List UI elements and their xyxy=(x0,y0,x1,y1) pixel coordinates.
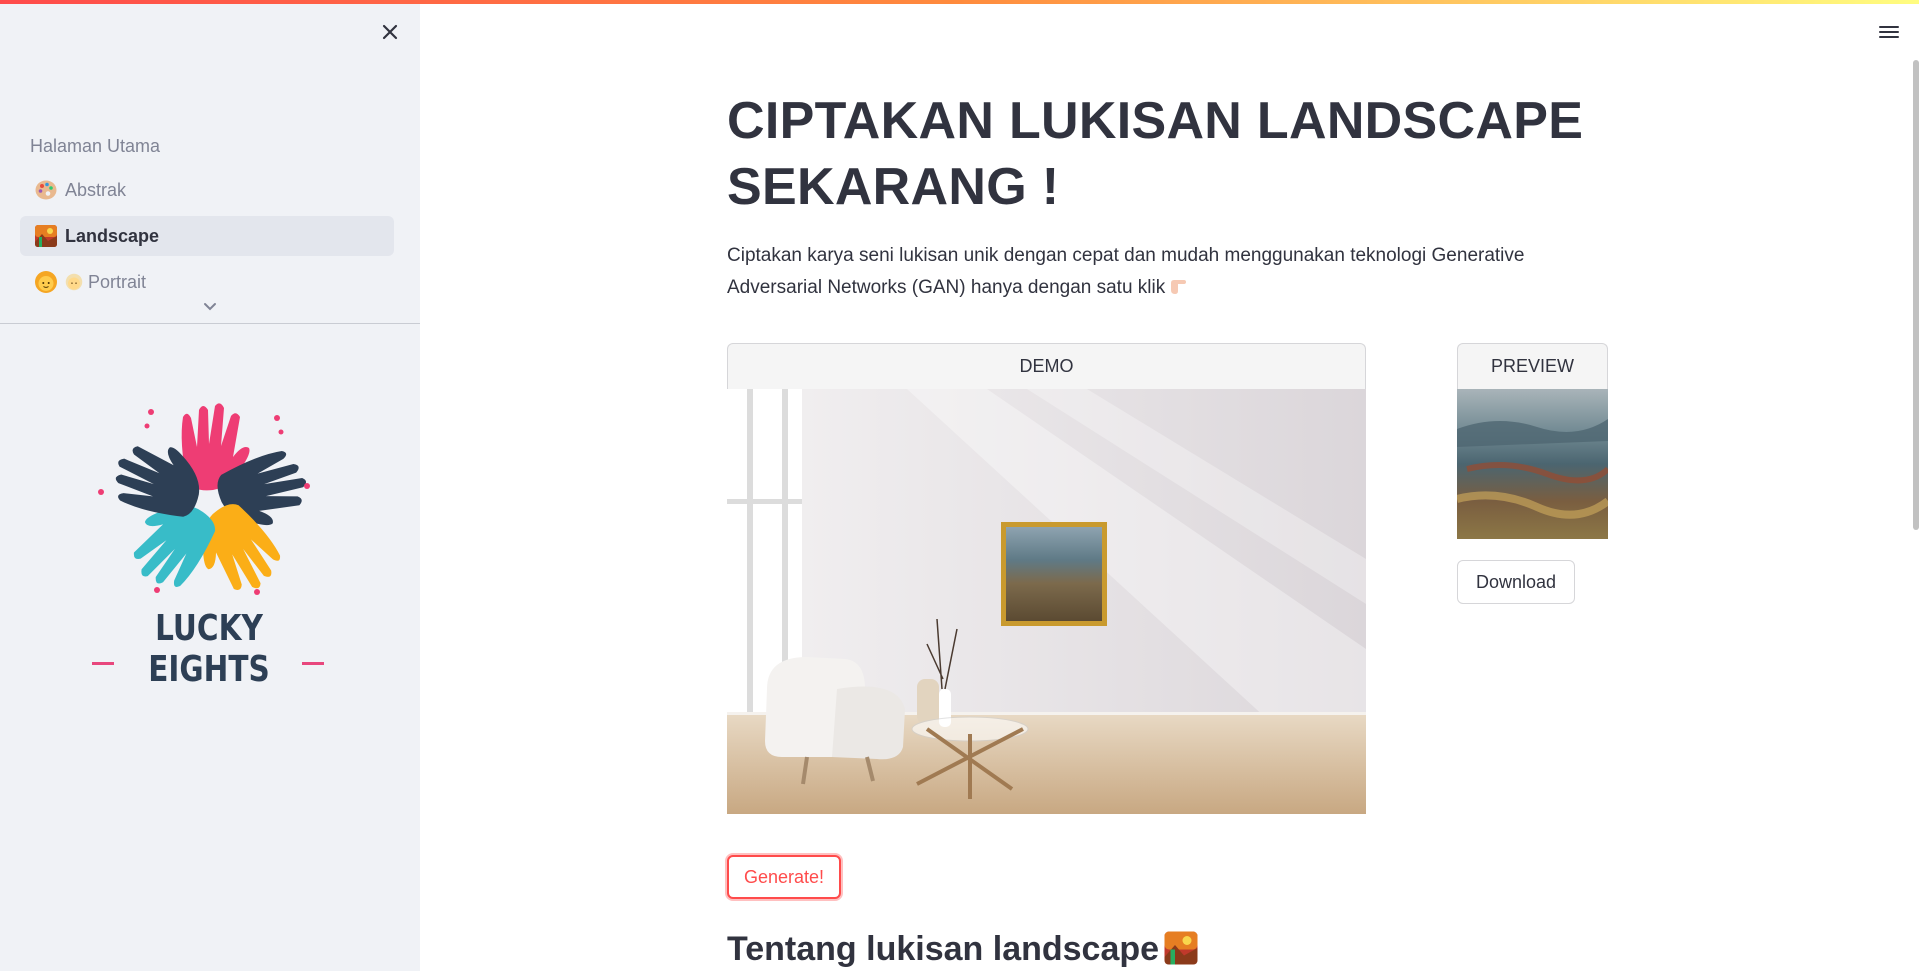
intro-text: Ciptakan karya seni lukisan unik dengan … xyxy=(727,240,1587,304)
close-sidebar-button[interactable] xyxy=(376,18,404,46)
framed-picture-icon xyxy=(1163,930,1199,966)
sidebar-item-landscape[interactable]: Landscape xyxy=(20,216,394,256)
preview-header: PREVIEW xyxy=(1457,343,1608,389)
section-heading: Tentang lukisan landscape xyxy=(727,930,1199,969)
nav-title: Halaman Utama xyxy=(30,136,161,156)
sidebar-item-label: Landscape xyxy=(65,225,160,246)
nav-expand-button[interactable] xyxy=(200,300,220,314)
hands-logo-icon xyxy=(98,403,310,595)
close-icon xyxy=(382,24,398,40)
sidebar: Halaman Utama Abstrak Landscape Portrait xyxy=(0,0,420,971)
person-blond-icon xyxy=(34,270,58,294)
sidebar-item-portrait[interactable]: Portrait xyxy=(20,262,394,302)
pointing-hand-icon xyxy=(1167,275,1189,297)
intro-text-body: Ciptakan karya seni lukisan unik dengan … xyxy=(727,245,1525,298)
main-content: CIPTAKAN LUKISAN LANDSCAPE SEKARANG ! Ci… xyxy=(420,0,1919,971)
demo-room-image xyxy=(727,389,1366,814)
older-person-icon xyxy=(65,273,83,291)
framed-picture-icon xyxy=(34,224,58,248)
chevron-down-icon xyxy=(204,303,216,311)
page-title: CIPTAKAN LUKISAN LANDSCAPE SEKARANG ! xyxy=(727,92,1584,216)
section-heading-text: Tentang lukisan landscape xyxy=(727,930,1160,968)
logo-underline-right xyxy=(302,662,324,665)
demo-header: DEMO xyxy=(727,343,1366,389)
generate-button[interactable]: Generate! xyxy=(727,855,841,899)
palette-icon xyxy=(34,178,58,202)
top-decoration-bar xyxy=(0,0,1919,4)
generated-landscape-preview xyxy=(1457,389,1608,539)
download-button[interactable]: Download xyxy=(1457,560,1575,604)
lucky-eights-logo: LUCKY EIGHTS xyxy=(84,372,334,690)
sidebar-item-label: Abstrak xyxy=(65,179,127,200)
sidebar-divider xyxy=(0,323,420,324)
logo-underline-left xyxy=(92,662,114,665)
logo-text: LUCKY EIGHTS xyxy=(148,608,270,690)
sidebar-nav: Halaman Utama Abstrak Landscape Portrait xyxy=(20,130,394,322)
sidebar-item-abstrak[interactable]: Abstrak xyxy=(20,170,394,210)
sidebar-item-label: Portrait xyxy=(88,271,147,292)
